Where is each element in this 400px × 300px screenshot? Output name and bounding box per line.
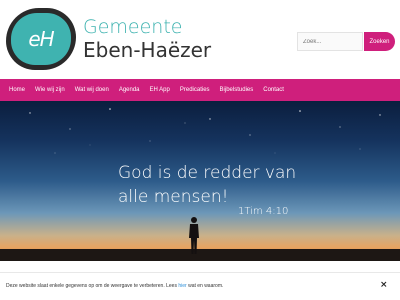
hero-banner: God is de redder van alle mensen! 1Tim 4… <box>0 101 400 261</box>
site-name-line2[interactable]: Eben-Haëzer <box>83 38 211 62</box>
hero-title-line1: God is de redder van <box>118 163 297 183</box>
logo-text: eH <box>28 27 54 51</box>
nav-item-predicaties[interactable]: Predicaties <box>177 87 213 93</box>
cookie-text-start: Deze website slaat enkele gegevens op om… <box>6 283 179 289</box>
close-icon[interactable]: × <box>380 280 388 290</box>
nav-item-bijbelstudies[interactable]: Bijbelstudies <box>217 87 257 93</box>
cookie-text: Deze website slaat enkele gegevens op om… <box>6 283 223 289</box>
search-button[interactable]: Zoeken <box>364 32 395 51</box>
content-spacer <box>0 261 400 272</box>
nav-item-eh-app[interactable]: EH App <box>147 87 173 93</box>
hero-bible-reference: 1Tim 4:10 <box>238 206 289 217</box>
cookie-notice: Deze website slaat enkele gegevens op om… <box>0 272 400 300</box>
nav-item-home[interactable]: Home <box>6 87 28 93</box>
silhouette-person-icon <box>189 217 199 254</box>
nav-item-agenda[interactable]: Agenda <box>116 87 143 93</box>
site-logo[interactable]: eH <box>6 8 76 70</box>
nav-item-wat-wij-doen[interactable]: Wat wij doen <box>72 87 112 93</box>
logo-badge: eH <box>11 13 71 65</box>
search-input[interactable] <box>297 32 363 51</box>
hero-title-line2: alle mensen! <box>118 187 229 207</box>
site-name-line1[interactable]: Gemeente <box>83 16 182 38</box>
nav-item-wie-wij-zijn[interactable]: Wie wij zijn <box>32 87 68 93</box>
cookie-info-link[interactable]: hier <box>178 283 186 289</box>
cookie-text-end: wat en waarom. <box>186 283 224 289</box>
nav-item-contact[interactable]: Contact <box>260 87 287 93</box>
site-header: eH Gemeente Eben-Haëzer Zoeken <box>0 0 400 80</box>
main-nav: Home Wie wij zijn Wat wij doen Agenda EH… <box>0 79 400 101</box>
